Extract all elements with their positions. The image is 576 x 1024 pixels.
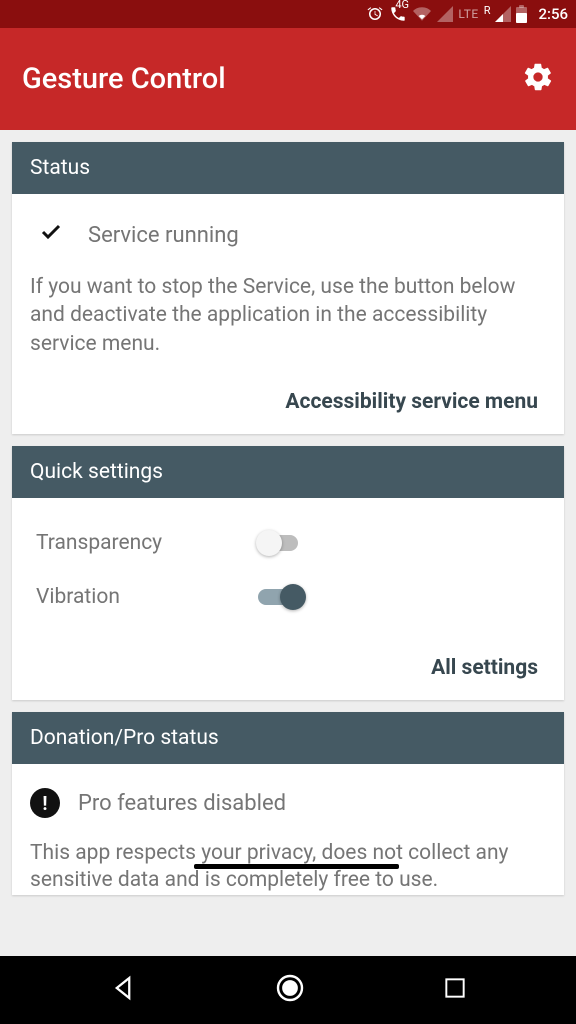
android-status-bar: 4G LTE R 2:56 [0, 0, 576, 28]
wifi-icon [412, 5, 432, 23]
battery-icon [516, 5, 527, 23]
app-bar: Gesture Control [0, 28, 576, 130]
privacy-text: This app respects your privacy, does not… [12, 840, 564, 895]
vibration-switch[interactable] [258, 584, 304, 610]
android-nav-bar [0, 956, 576, 1024]
recent-icon [442, 975, 468, 1001]
back-icon [108, 973, 138, 1003]
signal-icon-1 [437, 6, 453, 22]
transparency-row: Transparency [30, 516, 310, 570]
vibration-row: Vibration [30, 570, 310, 624]
home-icon [274, 972, 306, 1004]
4g-label: 4G [395, 0, 409, 11]
alarm-icon [366, 5, 384, 23]
settings-button[interactable] [522, 61, 554, 97]
donation-card: Donation/Pro status ! Pro features disab… [12, 712, 564, 895]
check-icon [36, 220, 66, 251]
status-description: If you want to stop the Service, use the… [30, 273, 546, 358]
accessibility-menu-button[interactable]: Accessibility service menu [285, 390, 538, 414]
quick-settings-header: Quick settings [12, 446, 564, 498]
redaction-mark [194, 864, 399, 869]
pro-status-text: Pro features disabled [78, 791, 286, 816]
clock: 2:56 [538, 5, 568, 23]
back-button[interactable] [108, 973, 138, 1007]
vibration-label: Vibration [36, 585, 120, 609]
page-title: Gesture Control [22, 62, 226, 96]
status-card: Status Service running If you want to st… [12, 142, 564, 434]
signal-icon-2 [495, 6, 511, 22]
donation-header: Donation/Pro status [12, 712, 564, 764]
exclamation-icon: ! [30, 788, 60, 818]
transparency-label: Transparency [36, 531, 162, 555]
service-status-text: Service running [88, 223, 239, 248]
pro-status-row: ! Pro features disabled [30, 782, 546, 838]
home-button[interactable] [274, 972, 306, 1008]
lte-label: LTE [458, 7, 478, 21]
content-area: Status Service running If you want to st… [0, 130, 576, 907]
recent-button[interactable] [442, 975, 468, 1005]
quick-settings-card: Quick settings Transparency Vibration Al… [12, 446, 564, 700]
status-header: Status [12, 142, 564, 194]
service-status-row: Service running [30, 212, 546, 273]
roaming-label: R [484, 4, 491, 17]
phone-icon: 4G [389, 5, 407, 23]
transparency-switch[interactable] [258, 530, 304, 556]
gear-icon [522, 61, 554, 93]
all-settings-button[interactable]: All settings [431, 656, 538, 680]
